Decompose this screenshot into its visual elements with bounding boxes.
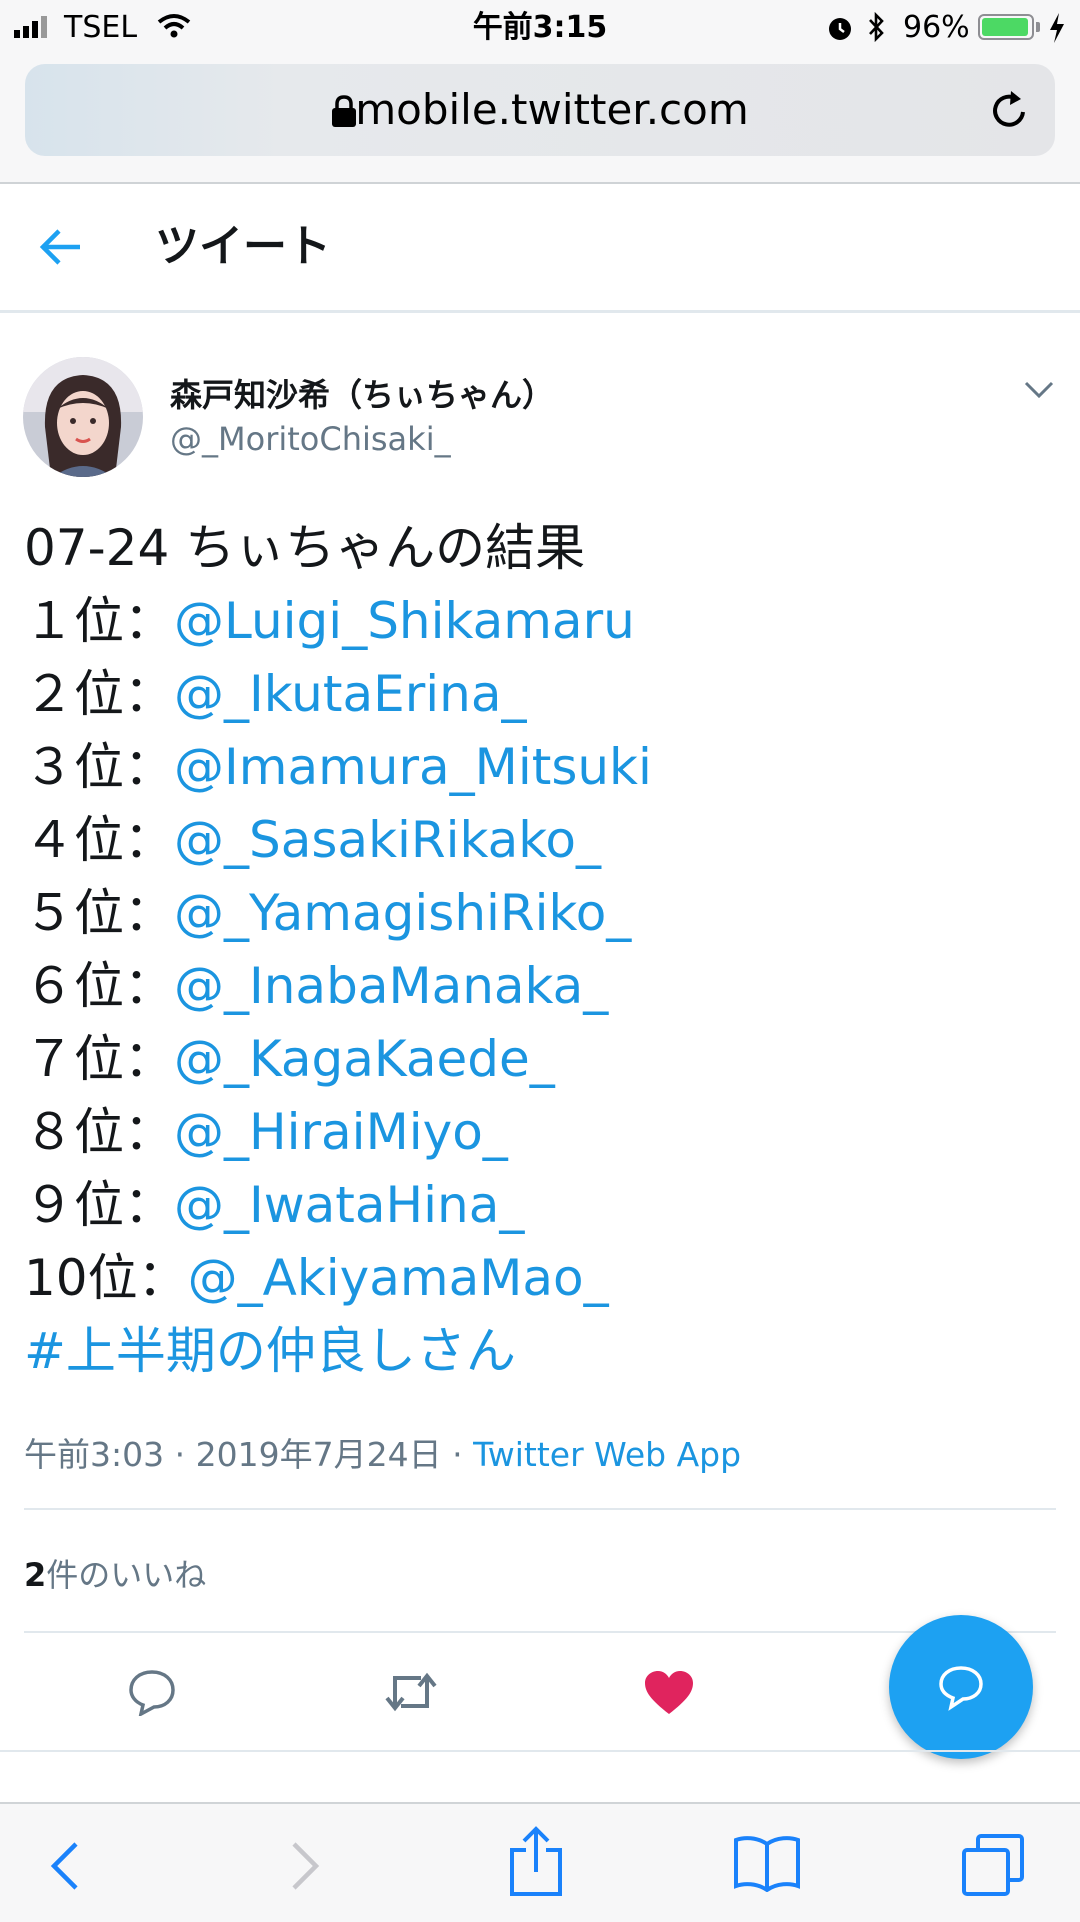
rank-label: ５位： (24, 884, 174, 942)
bookmarks-icon[interactable] (732, 1834, 802, 1892)
page-title: ツイート (155, 221, 331, 272)
url-text: mobile.twitter.com (355, 85, 749, 134)
alarm-icon (829, 18, 851, 40)
rank-line: ３位：@Imamura_Mitsuki (24, 737, 652, 797)
user-handle[interactable]: @_MoritoChisaki_ (170, 420, 451, 458)
charging-icon (1050, 13, 1064, 43)
mention-link[interactable]: @_HiraiMiyo_ (174, 1103, 508, 1161)
divider (24, 1631, 1056, 1633)
page-header: ツイート (0, 184, 1080, 313)
rank-line: ７位：@_KagaKaede_ (24, 1029, 555, 1089)
tweet-time: 午前3:03 (24, 1435, 165, 1474)
rank-label: ９位： (24, 1176, 174, 1234)
hashtag-link[interactable]: #上半期の仲良しさん (24, 1321, 516, 1381)
mention-link[interactable]: @Luigi_Shikamaru (174, 592, 635, 650)
retweet-icon[interactable] (383, 1670, 439, 1714)
reply-icon[interactable] (127, 1668, 177, 1716)
tweet-meta: 午前3:03 · 2019年7月24日 · Twitter Web App (24, 1435, 742, 1474)
status-bar: TSEL 午前3:15 96% (0, 0, 1080, 56)
tabs-icon[interactable] (960, 1832, 1028, 1898)
safari-back-icon[interactable] (48, 1840, 82, 1892)
likes-unit: 件の (46, 1556, 111, 1594)
tweet-text-intro: 07-24 ちぃちゃんの結果 (24, 519, 586, 577)
tweet-date: 2019年7月24日 (195, 1435, 442, 1474)
compose-icon (939, 1666, 983, 1711)
chevron-down-icon[interactable] (1024, 381, 1054, 399)
safari-forward-icon[interactable] (288, 1840, 322, 1892)
back-arrow-icon[interactable] (38, 227, 84, 267)
rank-line: ４位：@_SasakiRikako_ (24, 810, 601, 870)
mention-link[interactable]: @_IwataHina_ (174, 1176, 524, 1234)
likes-summary[interactable]: 2件のいいね (24, 1550, 206, 1596)
browser-bottom-bar (0, 1802, 1080, 1922)
likes-label: いいね (110, 1556, 207, 1594)
rank-line: ６位：@_InabaManaka_ (24, 956, 608, 1016)
browser-toolbar: mobile.twitter.com (0, 56, 1080, 184)
rank-label: ２位： (24, 665, 174, 723)
rank-line: ８位：@_HiraiMiyo_ (24, 1102, 508, 1162)
share-icon[interactable] (508, 1826, 564, 1898)
rank-line: 10位：@_AkiyamaMao_ (24, 1248, 609, 1308)
bluetooth-icon (869, 11, 884, 43)
rank-line: ５位：@_YamagishiRiko_ (24, 883, 631, 943)
divider (24, 1508, 1056, 1510)
rank-label: ６位： (24, 957, 174, 1015)
rank-label: ３位： (24, 738, 174, 796)
display-name[interactable]: 森戸知沙希（ちぃちゃん） (170, 370, 554, 416)
mention-link[interactable]: @_YamagishiRiko_ (174, 884, 631, 942)
tweet-source-link[interactable]: Twitter Web App (473, 1435, 741, 1474)
likes-count: 2 (24, 1556, 47, 1594)
divider (0, 1750, 1080, 1752)
battery-percent: 96% (903, 10, 970, 45)
rank-line: ２位：@_IkutaErina_ (24, 664, 526, 724)
mention-link[interactable]: @_KagaKaede_ (174, 1030, 555, 1088)
mention-link[interactable]: @_SasakiRikako_ (174, 811, 601, 869)
battery-icon (978, 14, 1034, 40)
rank-label: １位： (24, 592, 174, 650)
avatar-image (23, 357, 143, 477)
avatar[interactable] (23, 357, 143, 477)
rank-line: １位：@Luigi_Shikamaru (24, 591, 635, 651)
rank-label: ８位： (24, 1103, 174, 1161)
compose-button[interactable] (889, 1615, 1033, 1759)
rank-line: ９位：@_IwataHina_ (24, 1175, 524, 1235)
mention-link[interactable]: @_AkiyamaMao_ (188, 1249, 609, 1307)
address-bar[interactable]: mobile.twitter.com (25, 64, 1055, 156)
rank-label: ４位： (24, 811, 174, 869)
mention-link[interactable]: @Imamura_Mitsuki (174, 738, 652, 796)
rank-label: ７位： (24, 1030, 174, 1088)
mention-link[interactable]: @_InabaManaka_ (174, 957, 608, 1015)
rank-label: 10位： (24, 1249, 188, 1307)
heart-icon[interactable] (643, 1670, 695, 1716)
reload-icon[interactable] (987, 88, 1031, 132)
mention-link[interactable]: @_IkutaErina_ (174, 665, 526, 723)
